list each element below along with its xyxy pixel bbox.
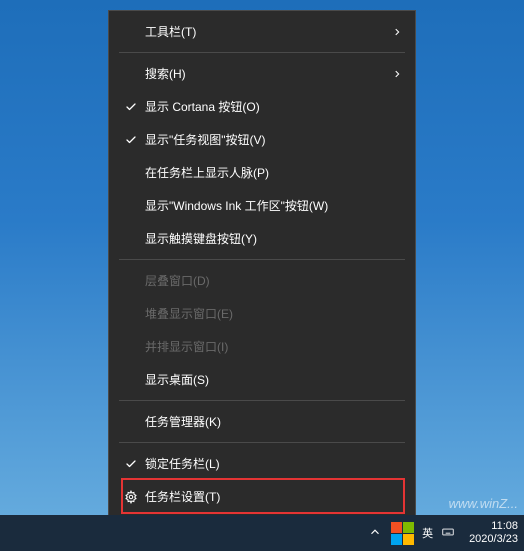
- clock-time: 11:08: [491, 520, 518, 533]
- checkmark-icon: [121, 458, 141, 470]
- menu-item-label: 显示"Windows Ink 工作区"按钮(W): [141, 197, 389, 214]
- menu-item-label: 堆叠显示窗口(E): [141, 305, 389, 322]
- tray-chevron-icon[interactable]: [368, 525, 382, 542]
- watermark-text: www.winZ...: [449, 496, 518, 511]
- menu-item-label: 显示触摸键盘按钮(Y): [141, 230, 389, 247]
- menu-item-label: 并排显示窗口(I): [141, 338, 389, 355]
- menu-item-label: 显示 Cortana 按钮(O): [141, 98, 389, 115]
- chevron-right-icon: [389, 69, 405, 79]
- menu-item-label: 显示桌面(S): [141, 371, 389, 388]
- chevron-right-icon: [389, 27, 405, 37]
- menu-item-label: 显示"任务视图"按钮(V): [141, 131, 389, 148]
- menu-separator: [119, 52, 405, 53]
- menu-separator: [119, 442, 405, 443]
- menu-item: 层叠窗口(D): [109, 264, 415, 297]
- menu-item-label: 搜索(H): [141, 65, 389, 82]
- windows-flag-icon[interactable]: [390, 521, 414, 545]
- menu-item[interactable]: 显示"Windows Ink 工作区"按钮(W): [109, 189, 415, 222]
- taskbar-context-menu: 工具栏(T) 搜索(H) 显示 Cortana 按钮(O) 显示"任务视图"按钮(V)…: [108, 10, 416, 518]
- menu-item-label: 任务管理器(K): [141, 413, 389, 430]
- menu-item[interactable]: 显示"任务视图"按钮(V): [109, 123, 415, 156]
- menu-item-label: 工具栏(T): [141, 23, 389, 40]
- system-tray: 英 11:08 2020/3/23: [368, 520, 518, 546]
- menu-item[interactable]: 搜索(H): [109, 57, 415, 90]
- menu-item: 并排显示窗口(I): [109, 330, 415, 363]
- menu-item: 堆叠显示窗口(E): [109, 297, 415, 330]
- menu-item-label: 锁定任务栏(L): [141, 455, 389, 472]
- menu-item-label: 在任务栏上显示人脉(P): [141, 164, 389, 181]
- keyboard-icon[interactable]: [441, 525, 455, 542]
- menu-item[interactable]: 显示触摸键盘按钮(Y): [109, 222, 415, 255]
- menu-item[interactable]: 工具栏(T): [109, 15, 415, 48]
- menu-item[interactable]: 显示桌面(S): [109, 363, 415, 396]
- clock-area[interactable]: 11:08 2020/3/23: [469, 520, 518, 546]
- ime-indicator[interactable]: 英: [422, 525, 433, 541]
- checkmark-icon: [121, 134, 141, 146]
- menu-item[interactable]: 在任务栏上显示人脉(P): [109, 156, 415, 189]
- menu-item-label: 层叠窗口(D): [141, 272, 389, 289]
- taskbar: 英 11:08 2020/3/23: [0, 515, 524, 551]
- menu-item[interactable]: 任务栏设置(T): [109, 480, 415, 513]
- menu-item[interactable]: 锁定任务栏(L): [109, 447, 415, 480]
- menu-item[interactable]: 任务管理器(K): [109, 405, 415, 438]
- checkmark-icon: [121, 101, 141, 113]
- menu-separator: [119, 400, 405, 401]
- menu-separator: [119, 259, 405, 260]
- clock-date: 2020/3/23: [469, 533, 518, 546]
- gear-icon: [121, 490, 141, 504]
- menu-item-label: 任务栏设置(T): [141, 488, 389, 505]
- menu-item[interactable]: 显示 Cortana 按钮(O): [109, 90, 415, 123]
